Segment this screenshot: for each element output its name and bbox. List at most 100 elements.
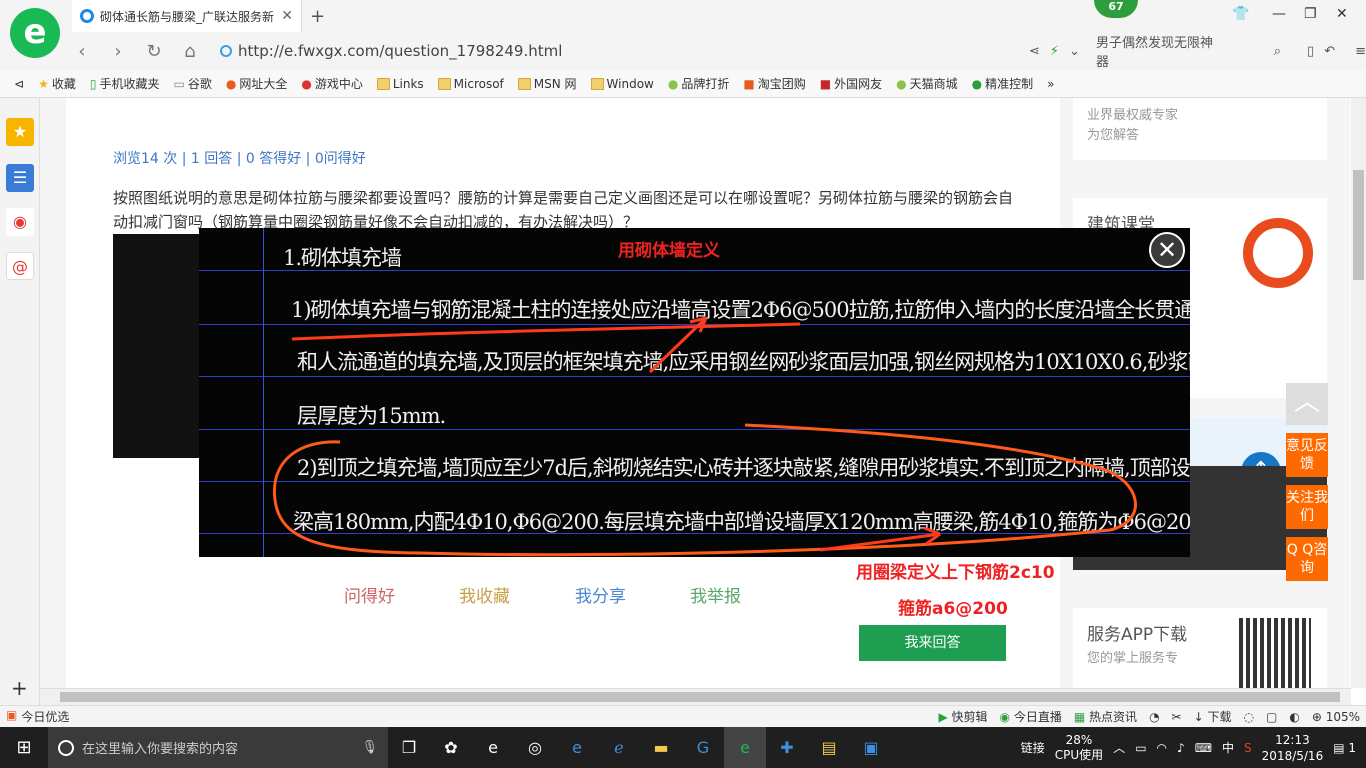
bookmark-folder[interactable]: Links	[376, 77, 424, 91]
today-picks-item[interactable]: ▣ 今日优选	[6, 708, 69, 725]
new-tab-button[interactable]: +	[310, 6, 325, 27]
favorites-icon[interactable]: ★	[6, 118, 34, 146]
bookmark-item[interactable]: ★ 收藏	[38, 75, 76, 92]
tab-close-icon[interactable]: ✕	[281, 8, 293, 24]
like-question-button[interactable]: 问得好	[344, 582, 395, 607]
ime-indicator[interactable]: 中	[1222, 739, 1234, 756]
share-button[interactable]: 我分享	[575, 582, 626, 607]
drawing-note-line: 梁高180mm,内配4Φ10,Φ6@200.每层填充墙中部增设墙厚X120mm高…	[293, 510, 1190, 534]
network-icon[interactable]: ◠	[1157, 741, 1167, 755]
dropdown-icon[interactable]: ⌄	[1069, 44, 1080, 59]
bookmark-item[interactable]: ■ 淘宝团购	[743, 75, 805, 92]
reader-icon[interactable]: ☰	[6, 164, 34, 192]
menu-icon[interactable]: ≡	[1355, 44, 1366, 59]
speaker-icon[interactable]: ♪	[1177, 741, 1185, 755]
sidebar-toggle-icon[interactable]: ⊲	[14, 77, 24, 91]
status-item[interactable]: ↓ 下载	[1194, 708, 1232, 725]
add-sidebar-icon[interactable]: +	[11, 676, 28, 700]
ie-icon[interactable]: ℯ	[598, 727, 640, 768]
battery-icon[interactable]: ▭	[1135, 741, 1146, 755]
tab-active[interactable]: 砌体通长筋与腰梁_广联达服务新 ✕	[72, 0, 302, 32]
annotation-label: 箍筋a6@200	[898, 599, 1008, 619]
notes-app-icon[interactable]: ▤	[808, 727, 850, 768]
scroll-thumb[interactable]	[1353, 170, 1364, 280]
volume-icon[interactable]: ◐	[1289, 710, 1299, 724]
home-icon[interactable]: ⌂	[172, 41, 208, 62]
settings-app-icon[interactable]: ▣	[850, 727, 892, 768]
restore-button[interactable]: ❐	[1304, 6, 1317, 22]
browser-app-icon[interactable]: e	[472, 727, 514, 768]
close-viewer-button[interactable]: ✕	[1149, 232, 1185, 268]
file-explorer-icon[interactable]: ▬	[640, 727, 682, 768]
window-icon[interactable]: ▢	[1266, 710, 1277, 724]
drawing-note-line: 2)到顶之填充墙,墙顶应至少7d后,斜砌烧结实心砖并逐块敲紧,缝隙用砂浆填实.不…	[297, 456, 1190, 480]
swirl-app-icon[interactable]: ◎	[514, 727, 556, 768]
drawing-note-line: 和人流通道的填充墙,及顶层的框架填充墙,应采用钢丝网砂浆面层加强,钢丝网规格为1…	[297, 350, 1190, 374]
favorite-button[interactable]: 我收藏	[459, 582, 510, 607]
close-window-button[interactable]: ✕	[1336, 6, 1348, 22]
bookmark-item[interactable]: ● 游戏中心	[301, 75, 363, 92]
tool-app-icon[interactable]: ✚	[766, 727, 808, 768]
share-icon[interactable]: ⋖	[1029, 44, 1040, 59]
clock[interactable]: 12:13 2018/5/16	[1262, 732, 1324, 764]
forward-icon[interactable]: ›	[100, 41, 136, 62]
status-item[interactable]: ◉ 今日直播	[1000, 708, 1062, 725]
weibo-icon[interactable]: ◉	[6, 208, 34, 236]
answer-button-label: 我来回答	[904, 635, 961, 651]
security-icon	[220, 45, 232, 57]
url-text[interactable]: http://e.fwxgx.com/question_1798249.html	[238, 42, 562, 60]
bookmark-item[interactable]: ● 天猫商城	[896, 75, 958, 92]
address-bar[interactable]: http://e.fwxgx.com/question_1798249.html	[220, 42, 940, 60]
bookmark-item[interactable]: ● 精准控制	[972, 75, 1034, 92]
answer-button[interactable]: 我来回答	[859, 625, 1006, 661]
bookmark-folder[interactable]: Window	[590, 77, 654, 91]
bookmark-folder[interactable]: MSN 网	[517, 75, 577, 92]
system-tray: 链接 28% CPU使用 ︿ ▭ ◠ ♪ ⌨ 中 S 12:13 2018/5/…	[1021, 727, 1366, 768]
keyboard-icon[interactable]: ⌨	[1195, 741, 1212, 755]
clean-icon[interactable]: ◌	[1244, 710, 1254, 724]
active-browser-icon[interactable]: e	[724, 727, 766, 768]
minimize-button[interactable]: —	[1272, 6, 1286, 22]
back-to-top-button[interactable]: ︿	[1286, 383, 1328, 425]
undo-icon[interactable]: ↶	[1324, 44, 1335, 59]
tray-expand-icon[interactable]: ︿	[1113, 739, 1125, 756]
lightning-icon[interactable]: ⚡	[1050, 44, 1059, 59]
bookmark-item[interactable]: ▭ 谷歌	[173, 75, 211, 92]
mail-icon[interactable]: @	[6, 252, 34, 280]
tools-icon[interactable]: ✂	[1172, 710, 1182, 724]
more-bookmarks-icon[interactable]: »	[1047, 77, 1054, 91]
bookmark-item[interactable]: ■ 外国网友	[820, 75, 882, 92]
bookmark-item[interactable]: ● 品牌打折	[668, 75, 730, 92]
back-icon[interactable]: ‹	[64, 41, 100, 62]
hot-search-text[interactable]: 男子偶然发现无限神器	[1096, 32, 1224, 70]
vertical-scrollbar[interactable]	[1351, 98, 1366, 688]
qq-consult-button[interactable]: Q Q咨询	[1286, 537, 1328, 581]
zoom-icon[interactable]: ⊕ 105%	[1312, 710, 1360, 724]
scroll-thumb[interactable]	[60, 692, 1340, 702]
edge-icon[interactable]: e	[556, 727, 598, 768]
taskbar-search[interactable]: 在这里输入你要搜索的内容 🎙	[48, 727, 388, 768]
glodon-app-icon[interactable]: G	[682, 727, 724, 768]
windows-start-icon[interactable]: ⊞	[0, 727, 48, 768]
bookmark-item[interactable]: ▯ 手机收藏夹	[90, 75, 160, 92]
feedback-button[interactable]: 意见反馈	[1286, 433, 1328, 477]
mobile-icon[interactable]: ▯	[1307, 44, 1314, 59]
refresh-icon[interactable]: ↻	[136, 41, 172, 62]
status-item[interactable]: ▶ 快剪辑	[938, 708, 987, 725]
bookmark-folder[interactable]: Microsof	[437, 77, 504, 91]
speed-icon[interactable]: ◔	[1149, 710, 1159, 724]
task-view-icon[interactable]: ❐	[388, 727, 430, 768]
links-toolbar[interactable]: 链接	[1021, 739, 1045, 756]
search-icon[interactable]: ⌕	[1274, 44, 1281, 59]
browser-logo[interactable]: e	[10, 8, 60, 58]
report-button[interactable]: 我举报	[690, 582, 741, 607]
microphone-icon[interactable]: 🎙	[361, 740, 378, 755]
sogou-icon[interactable]: S	[1244, 741, 1252, 755]
bookmark-item[interactable]: ● 网址大全	[226, 75, 288, 92]
notification-icon[interactable]: ▤ 1	[1333, 741, 1356, 755]
shirt-icon[interactable]: 👕	[1232, 6, 1249, 22]
follow-button[interactable]: 关注我们	[1286, 485, 1328, 529]
pinwheel-app-icon[interactable]: ✿	[430, 727, 472, 768]
status-item[interactable]: ▦ 热点资讯	[1074, 708, 1137, 725]
horizontal-scrollbar[interactable]	[40, 688, 1351, 705]
